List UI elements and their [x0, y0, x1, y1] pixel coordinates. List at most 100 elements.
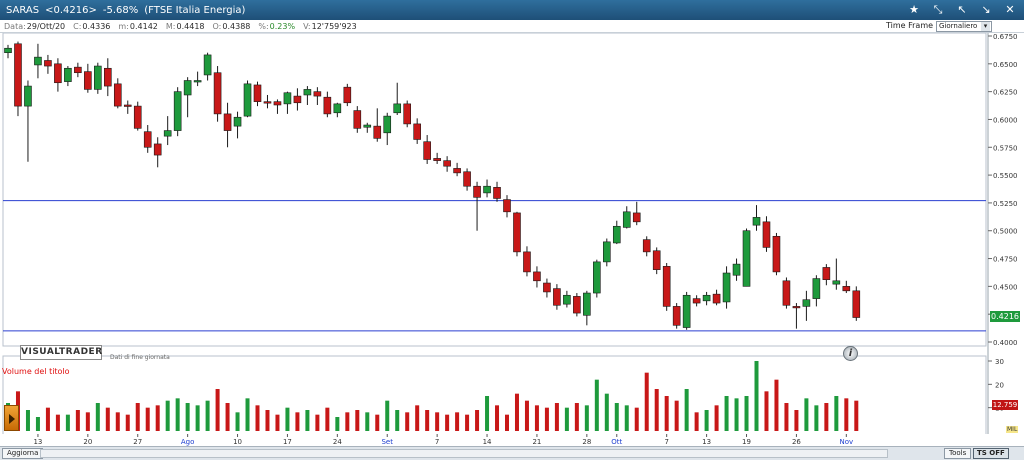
- volume-bar: [514, 393, 519, 431]
- candle-body: [652, 250, 661, 270]
- timeframe-selected: Giornaliero: [939, 22, 978, 30]
- candle-body: [133, 105, 142, 129]
- candle-body: [163, 130, 172, 137]
- volume-bar: [205, 400, 210, 431]
- price-tick-label: 0.5500: [993, 172, 1018, 180]
- volume-bar: [644, 372, 649, 431]
- candle-body: [443, 160, 451, 167]
- x-tick-label: 13: [33, 438, 42, 446]
- candlestick-chart[interactable]: 0.6750 0.6500 0.6250 0.6000 0.5750 0.5500 0.52…: [0, 33, 1024, 446]
- volume-bar: [794, 410, 799, 431]
- volume-bar: [804, 398, 809, 431]
- close-icon[interactable]: ✕: [1002, 2, 1018, 18]
- candle-body: [642, 239, 651, 253]
- x-tick-label: 27: [133, 438, 142, 446]
- min-value: 0.4142: [129, 21, 158, 31]
- volume-bar: [155, 405, 160, 431]
- info-icon[interactable]: i: [843, 346, 858, 361]
- x-tick-label: 28: [582, 438, 591, 446]
- volume-bar: [75, 410, 80, 431]
- x-tick-label: 26: [792, 438, 801, 446]
- volume-bar: [694, 412, 699, 431]
- max-label: M:: [165, 21, 176, 31]
- volume-bar: [245, 398, 250, 431]
- ohlc-info-bar: Data: 29/Ott/20 C: 0.4336 m: 0.4142 M: 0.441…: [0, 20, 1024, 33]
- x-tick-label: Ago: [181, 438, 195, 446]
- horizontal-scrollbar[interactable]: [40, 449, 888, 458]
- volume-bar: [674, 400, 679, 431]
- price-tick-label: 0.6500: [993, 61, 1018, 69]
- x-tick-label: Set: [381, 438, 393, 446]
- symbol-label: SARAS: [6, 4, 40, 16]
- candle-body: [54, 63, 62, 84]
- arrow-down-right-icon[interactable]: ↘: [978, 2, 994, 18]
- timeframe-select[interactable]: Giornaliero ▾: [936, 21, 992, 32]
- candle-body: [233, 116, 242, 127]
- candle-body: [123, 104, 132, 107]
- volume-bar: [215, 389, 220, 431]
- candle-body: [24, 85, 32, 107]
- volume-bar: [754, 361, 759, 431]
- candle-body: [403, 103, 412, 125]
- ts-off-button[interactable]: TS OFF: [973, 448, 1009, 459]
- candle-body: [822, 267, 831, 280]
- candle-body: [343, 86, 352, 104]
- candle-body: [732, 263, 741, 276]
- volume-bar: [405, 412, 410, 431]
- candle-body: [203, 54, 212, 76]
- volume-bar: [544, 407, 549, 431]
- candle-body: [64, 67, 72, 82]
- star-icon[interactable]: ★: [906, 2, 922, 18]
- volume-bar: [275, 414, 280, 431]
- candle-body: [393, 103, 402, 114]
- volume-bar: [654, 389, 659, 431]
- price-tick-label: 0.6000: [993, 116, 1018, 124]
- x-tick-label: 24: [333, 438, 342, 446]
- volume-bar: [724, 396, 729, 431]
- volume-bar: [415, 405, 420, 431]
- volume-bar: [614, 403, 619, 431]
- candle-body: [503, 199, 511, 213]
- volume-panel-title: Volume del titolo: [2, 367, 70, 376]
- volume-bar: [824, 403, 829, 431]
- volume-bar: [844, 398, 849, 431]
- x-tick-label: 17: [283, 438, 292, 446]
- pct-label: %:: [258, 21, 269, 31]
- candle-body: [762, 221, 771, 248]
- volume-bar: [594, 379, 599, 431]
- chart-scroll-handle[interactable]: [4, 405, 19, 431]
- visualtrader-logo: VISUALTRADER: [20, 345, 102, 360]
- volume-bar: [255, 405, 260, 431]
- candle-body: [113, 83, 122, 107]
- volume-bar: [554, 403, 559, 431]
- candle-body: [173, 91, 182, 131]
- candle-body: [583, 292, 591, 316]
- candle-body: [662, 266, 671, 307]
- tools-button[interactable]: Tools: [944, 448, 972, 459]
- volume-bar: [714, 405, 719, 431]
- volume-bar: [305, 410, 310, 431]
- candle-body: [4, 47, 12, 53]
- bottom-bar: Aggiorna Tools TS OFF: [0, 446, 1024, 460]
- volume-unit-label: MIL: [1006, 426, 1019, 433]
- x-tick-label: 19: [742, 438, 751, 446]
- volume-bar: [664, 396, 669, 431]
- candle-body: [672, 306, 681, 326]
- candle-body: [14, 43, 22, 107]
- candle-body: [692, 298, 701, 304]
- date-value: 29/Ott/20: [26, 21, 66, 31]
- refresh-button[interactable]: Aggiorna: [2, 448, 44, 459]
- candle-body: [473, 185, 481, 198]
- candle-body: [313, 91, 322, 97]
- candle-body: [573, 296, 581, 314]
- volume-bar: [784, 403, 789, 431]
- volume-bar: [704, 410, 709, 431]
- candle-body: [852, 290, 861, 318]
- volume-bar: [455, 412, 460, 431]
- volume-bar: [624, 405, 629, 431]
- arrow-up-left-icon[interactable]: ↖: [954, 2, 970, 18]
- resize-diagonal-icon[interactable]: ⤡: [930, 2, 946, 18]
- price-tick-label: 0.4500: [993, 283, 1018, 291]
- volume-bar: [355, 410, 360, 431]
- volume-bar: [584, 405, 589, 431]
